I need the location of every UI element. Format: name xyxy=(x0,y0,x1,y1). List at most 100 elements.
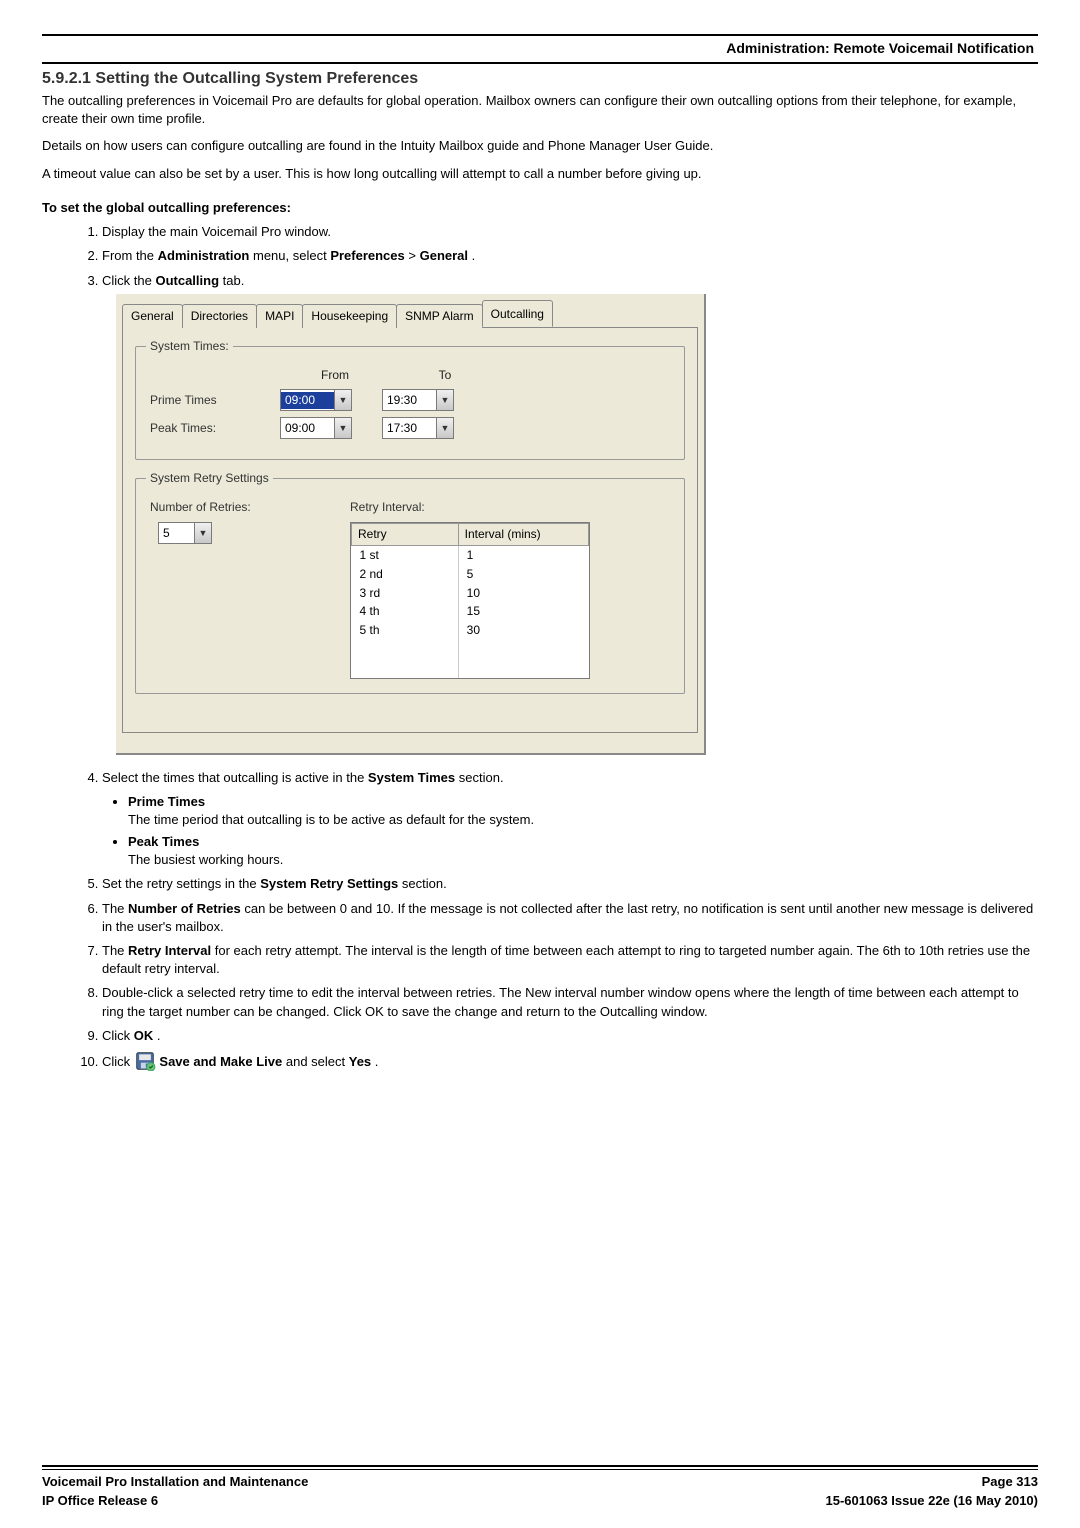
step-9-c: . xyxy=(157,1028,161,1043)
system-times-header-row: From To xyxy=(150,367,670,384)
table-row[interactable]: 3 rd10 xyxy=(352,584,589,603)
footer-right-2: 15-601063 Issue 22e (16 May 2010) xyxy=(826,1493,1039,1508)
tab-outcalling[interactable]: Outcalling xyxy=(482,300,553,327)
retry-cell: 5 th xyxy=(352,621,459,640)
tab-housekeeping[interactable]: Housekeeping xyxy=(302,304,397,328)
intro-para-3: A timeout value can also be set by a use… xyxy=(42,165,1038,183)
preferences-dialog: General Directories MAPI Housekeeping SN… xyxy=(116,294,706,755)
step-5-a: Set the retry settings in the xyxy=(102,876,260,891)
row-peak-times: Peak Times: 09:00 ▼ 17:30 ▼ xyxy=(150,417,670,439)
legend-system-times: System Times: xyxy=(146,338,233,355)
step-10-b: Save and Make Live xyxy=(159,1054,282,1069)
step-6-b: Number of Retries xyxy=(128,901,241,916)
step-4-bullets: Prime Times The time period that outcall… xyxy=(128,793,1038,870)
step-3-a: Click the xyxy=(102,273,155,288)
step-10-d: Yes xyxy=(349,1054,371,1069)
bullet-prime-label: Prime Times xyxy=(128,794,205,809)
step-7: The Retry Interval for each retry attemp… xyxy=(102,942,1038,978)
step-4: Select the times that outcalling is acti… xyxy=(102,769,1038,870)
label-retry-interval: Retry Interval: xyxy=(350,499,425,516)
tab-general[interactable]: General xyxy=(122,304,183,328)
step-4-c: section. xyxy=(459,770,504,785)
tab-snmp-alarm[interactable]: SNMP Alarm xyxy=(396,304,482,328)
step-6-c: can be between 0 and 10. If the message … xyxy=(102,901,1033,934)
step-3-c: tab. xyxy=(223,273,245,288)
col-interval: Interval (mins) xyxy=(458,524,588,546)
col-from: From xyxy=(280,367,390,384)
label-num-retries: Number of Retries: xyxy=(150,499,350,516)
step-2: From the Administration menu, select Pre… xyxy=(102,247,1038,265)
step-2-e: > xyxy=(408,248,419,263)
num-retries-value: 5 xyxy=(159,525,194,542)
tab-strip: General Directories MAPI Housekeeping SN… xyxy=(116,294,704,327)
prime-to-select[interactable]: 19:30 ▼ xyxy=(382,389,454,411)
step-4-b: System Times xyxy=(368,770,455,785)
bullet-prime-desc: The time period that outcalling is to be… xyxy=(128,812,534,827)
step-10-e: . xyxy=(375,1054,379,1069)
row-num-retries: Number of Retries: Retry Interval: xyxy=(150,499,670,516)
interval-cell: 15 xyxy=(458,602,588,621)
prime-from-select[interactable]: 09:00 ▼ xyxy=(280,389,352,411)
page-header: Administration: Remote Voicemail Notific… xyxy=(42,38,1038,64)
page-footer: Voicemail Pro Installation and Maintenan… xyxy=(42,1465,1038,1508)
group-system-times: System Times: From To Prime Times 09:00 … xyxy=(135,346,685,461)
step-2-general: General xyxy=(420,248,468,263)
step-7-a: The xyxy=(102,943,128,958)
retry-area: 5 ▼ Retry Interval xyxy=(150,522,670,678)
table-row[interactable]: 2 nd5 xyxy=(352,565,589,584)
step-2-c: menu, select xyxy=(253,248,330,263)
table-row[interactable]: 1 st1 xyxy=(352,545,589,564)
chevron-down-icon: ▼ xyxy=(436,390,453,410)
tab-mapi[interactable]: MAPI xyxy=(256,304,303,328)
footer-row-2: IP Office Release 6 15-601063 Issue 22e … xyxy=(42,1489,1038,1508)
footer-left-2: IP Office Release 6 xyxy=(42,1493,158,1508)
intro-para-1: The outcalling preferences in Voicemail … xyxy=(42,92,1038,127)
peak-to-value: 17:30 xyxy=(383,420,436,437)
bullet-prime: Prime Times The time period that outcall… xyxy=(128,793,1038,829)
intro-para-2: Details on how users can configure outca… xyxy=(42,137,1038,155)
retry-cell: 4 th xyxy=(352,602,459,621)
legend-system-retry: System Retry Settings xyxy=(146,470,273,487)
row-prime-times: Prime Times 09:00 ▼ 19:30 ▼ xyxy=(150,389,670,411)
footer-right-1: Page 313 xyxy=(982,1474,1038,1489)
retry-cell: 2 nd xyxy=(352,565,459,584)
retry-interval-table[interactable]: Retry Interval (mins) 1 st1 2 nd5 3 rd10 xyxy=(350,522,590,678)
step-2-a: From the xyxy=(102,248,158,263)
peak-from-select[interactable]: 09:00 ▼ xyxy=(280,417,352,439)
step-10: Click Save and Make Live and select Yes … xyxy=(102,1051,1038,1071)
steps-list: Display the main Voicemail Pro window. F… xyxy=(102,223,1038,1071)
step-2-g: . xyxy=(472,248,476,263)
procedure-heading: To set the global outcalling preferences… xyxy=(42,200,1038,215)
table-row[interactable]: 5 th30 xyxy=(352,621,589,640)
step-2-prefs: Preferences xyxy=(330,248,404,263)
label-prime-times: Prime Times xyxy=(150,392,280,409)
step-1-text: Display the main Voicemail Pro window. xyxy=(102,224,331,239)
retry-left: 5 ▼ xyxy=(150,522,270,544)
section-number: 5.9.2.1 xyxy=(42,70,91,87)
interval-cell: 10 xyxy=(458,584,588,603)
chevron-down-icon: ▼ xyxy=(334,418,351,438)
step-4-a: Select the times that outcalling is acti… xyxy=(102,770,368,785)
section-heading: Setting the Outcalling System Preference… xyxy=(95,70,418,87)
step-2-admin: Administration xyxy=(158,248,250,263)
step-7-c: for each retry attempt. The interval is … xyxy=(102,943,1030,976)
num-retries-select[interactable]: 5 ▼ xyxy=(158,522,212,544)
tab-directories[interactable]: Directories xyxy=(182,304,257,328)
bullet-peak: Peak Times The busiest working hours. xyxy=(128,833,1038,869)
prime-from-value: 09:00 xyxy=(281,392,334,409)
interval-cell: 1 xyxy=(458,545,588,564)
step-8-a: Double-click a selected retry time to ed… xyxy=(102,985,1019,1018)
section-title: 5.9.2.1 Setting the Outcalling System Pr… xyxy=(42,70,1038,88)
peak-to-select[interactable]: 17:30 ▼ xyxy=(382,417,454,439)
prime-to-value: 19:30 xyxy=(383,392,436,409)
table-row[interactable]: 4 th15 xyxy=(352,602,589,621)
col-retry: Retry xyxy=(352,524,459,546)
step-10-c: and select xyxy=(286,1054,349,1069)
footer-rule-1 xyxy=(42,1465,1038,1467)
bullet-peak-label: Peak Times xyxy=(128,834,199,849)
retry-cell: 3 rd xyxy=(352,584,459,603)
interval-cell: 30 xyxy=(458,621,588,640)
step-6: The Number of Retries can be between 0 a… xyxy=(102,900,1038,936)
step-9-a: Click xyxy=(102,1028,134,1043)
step-5-b: System Retry Settings xyxy=(260,876,398,891)
